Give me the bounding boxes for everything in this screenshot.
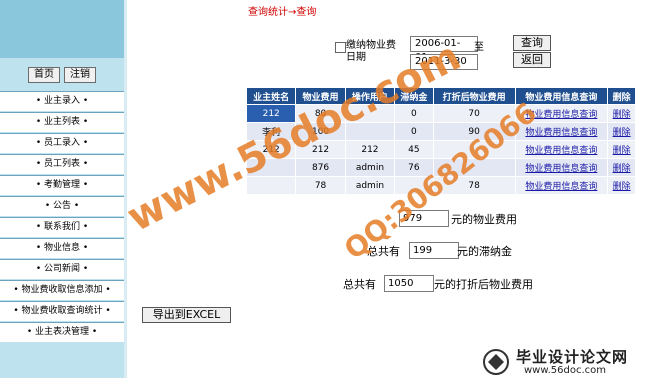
fee-query-link[interactable]: 物业费用信息查询 [514,122,609,141]
fee-table: 业主姓名 物业费用 操作用户 滞纳金 打折后物业费用 物业费用信息查询 删除 2… [245,87,636,195]
export-excel-button[interactable]: 导出到EXCEL [142,307,231,323]
fee-query-link[interactable]: 物业费用信息查询 [514,176,609,195]
sidebar-item-staff-entry[interactable]: • 员工录入 • [0,133,124,153]
cell: 45 [394,140,434,159]
cell: 70 [432,104,516,123]
total-fee-suffix: 元的物业费用 [451,213,517,226]
query-button[interactable]: 查询 [513,35,551,51]
cell: 212 [245,140,297,159]
breadcrumb: 查询统计→查询 [248,7,317,18]
sidebar-item-staff-list[interactable]: • 员工列表 • [0,154,124,174]
footer-logo: 毕业设计论文网 www.56doc.com [480,346,647,378]
logout-button[interactable]: 注销 [64,67,96,83]
delete-link[interactable]: 删除 [607,122,636,141]
cell: 0 [394,122,434,141]
cell: 78 [295,176,346,195]
logo-url: www.56doc.com [524,365,607,376]
fee-query-link[interactable]: 物业费用信息查询 [514,140,609,159]
frame-divider [124,0,127,378]
cell: 212 [344,140,396,159]
late-fee-value: 199 [409,242,459,259]
back-button[interactable]: 返回 [513,52,551,68]
col-late-fee: 滞纳金 [394,87,434,105]
table-header-row: 业主姓名 物业费用 操作用户 滞纳金 打折后物业费用 物业费用信息查询 删除 [245,87,636,105]
to-label: 至 [474,42,484,53]
cell [344,122,396,141]
sidebar-item-company-news[interactable]: • 公司新闻 • [0,259,124,279]
sidebar-item-fee-query[interactable]: • 物业费收取查询统计 • [0,301,124,321]
fee-query-link[interactable]: 物业费用信息查询 [514,158,609,177]
delete-link[interactable]: 删除 [607,104,636,123]
cell: 876 [295,158,346,177]
cell: 李利 [245,122,297,141]
table-row: 212 212 212 45 物业费用信息查询 删除 [245,140,636,159]
delete-link[interactable]: 删除 [607,158,636,177]
cell: 212 [245,104,297,123]
col-delete: 删除 [607,87,636,105]
delete-link[interactable]: 删除 [607,176,636,195]
col-owner-name: 业主姓名 [245,87,297,105]
delete-link[interactable]: 删除 [607,140,636,159]
sidebar-menu: • 业主录入 • • 业主列表 • • 员工录入 • • 员工列表 • • 考勤… [0,91,124,343]
total-fee-value: 979 [399,210,449,227]
late-fee-suffix: 元的滞纳金 [457,245,512,258]
table-row: 212 80 0 70 物业费用信息查询 删除 [245,104,636,123]
sidebar: 首页 注销 • 业主录入 • • 业主列表 • • 员工录入 • • 员工列表 … [0,0,125,378]
cell: admin [344,158,396,177]
table-row: 78 admin 78 物业费用信息查询 删除 [245,176,636,195]
date-to-input[interactable]: 2011-3-30 [410,54,478,70]
discounted-fee-prefix: 总共有 [343,278,376,291]
sidebar-item-owner-list[interactable]: • 业主列表 • [0,112,124,132]
col-discounted-fee: 打折后物业费用 [432,87,516,105]
logo-emblem-icon [483,349,509,375]
cell [394,176,434,195]
cell: 212 [295,140,346,159]
fee-query-link[interactable]: 物业费用信息查询 [514,104,609,123]
sidebar-item-owner-entry[interactable]: • 业主录入 • [0,91,124,111]
sidebar-item-notice[interactable]: • 公告 • [0,196,124,216]
sidebar-banner [0,0,124,58]
col-fee-query: 物业费用信息查询 [514,87,609,105]
table-row: 李利 100 0 90 物业费用信息查询 删除 [245,122,636,141]
date-filter-checkbox[interactable] [335,42,346,53]
col-fee: 物业费用 [295,87,346,105]
discounted-fee-value: 1050 [384,275,434,292]
cell [245,176,297,195]
date-filter-label: 缴纳物业费日期 [346,40,396,63]
sidebar-item-property-info[interactable]: • 物业信息 • [0,238,124,258]
sidebar-item-contact[interactable]: • 联系我们 • [0,217,124,237]
table-row: 876 admin 76 物业费用信息查询 删除 [245,158,636,177]
sidebar-item-vote[interactable]: • 业主表决管理 • [0,322,124,342]
col-operator: 操作用户 [344,87,396,105]
sidebar-item-fee-add[interactable]: • 物业费收取信息添加 • [0,280,124,300]
cell [245,158,297,177]
cell [432,140,516,159]
sidebar-item-attendance[interactable]: • 考勤管理 • [0,175,124,195]
logo-title: 毕业设计论文网 [516,348,629,366]
home-button[interactable]: 首页 [28,67,60,83]
sidebar-top-buttons: 首页 注销 [28,67,96,83]
date-from-input[interactable]: 2006-01-01 [410,36,478,63]
cell: 0 [394,104,434,123]
cell [432,158,516,177]
discounted-fee-suffix: 元的打折后物业费用 [434,278,533,291]
cell: 80 [295,104,346,123]
cell: admin [344,176,396,195]
cell: 78 [432,176,516,195]
cell: 100 [295,122,346,141]
cell [344,104,396,123]
cell: 76 [394,158,434,177]
cell: 90 [432,122,516,141]
late-fee-prefix: 总共有 [367,245,400,258]
